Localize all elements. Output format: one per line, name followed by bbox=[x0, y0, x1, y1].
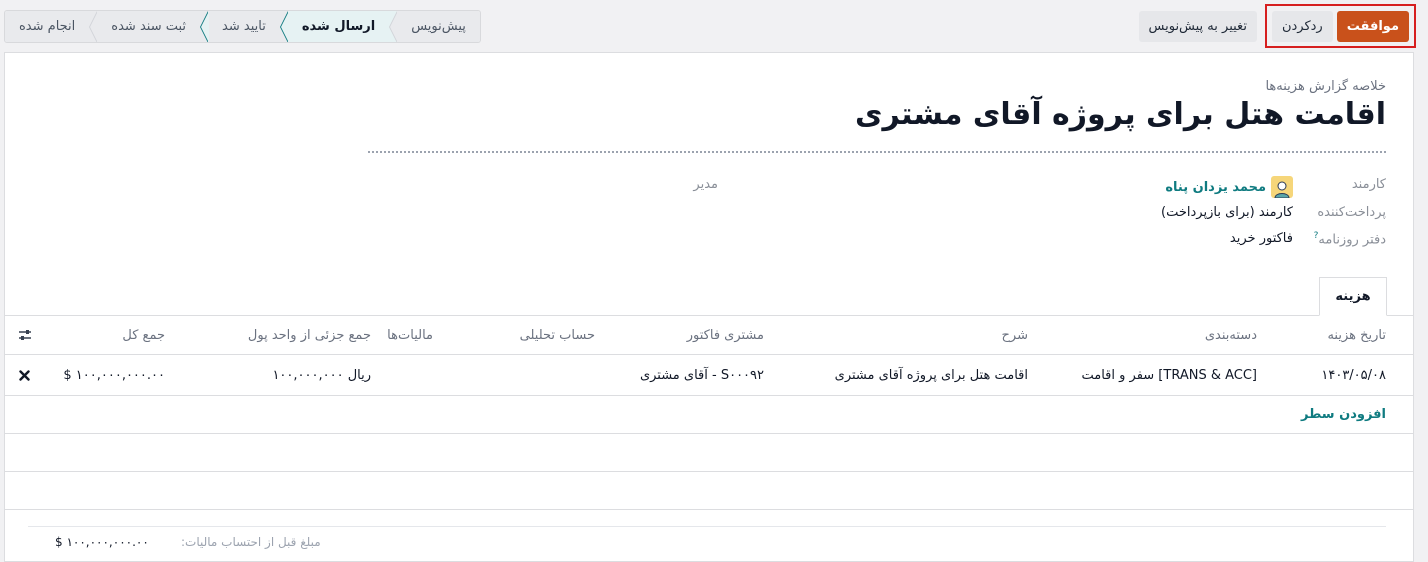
action-buttons: تغییر به پیش‌نویس ردکردن موافقت bbox=[1138, 4, 1416, 48]
table-header: تاریخ هزینه دسته‌بندی شرح مشتری فاکتور ح… bbox=[5, 316, 1413, 355]
untaxed-amount-value: $ ۱۰۰,۰۰۰,۰۰۰.۰۰ bbox=[55, 535, 149, 549]
cell-category[interactable]: [TRANS & ACC] سفر و اقامت bbox=[1081, 355, 1257, 395]
column-settings-icon[interactable] bbox=[18, 316, 32, 354]
title-underline bbox=[368, 151, 1386, 153]
cell-date[interactable]: ۱۴۰۳/۰۵/۰۸ bbox=[1321, 355, 1386, 395]
col-date[interactable]: تاریخ هزینه bbox=[1327, 316, 1386, 354]
stage-posted[interactable]: ثبت سند شده bbox=[89, 11, 209, 42]
journal-field[interactable]: فاکتور خرید bbox=[1230, 231, 1293, 246]
col-analytic[interactable]: حساب تحلیلی bbox=[520, 316, 595, 354]
empty-row bbox=[5, 434, 1413, 472]
empty-row bbox=[5, 472, 1413, 510]
refuse-button[interactable]: ردکردن bbox=[1271, 10, 1333, 42]
totals-divider bbox=[28, 526, 1386, 527]
employee-name[interactable]: محمد یزدان پناه bbox=[1165, 180, 1266, 195]
add-line-row: افزودن سطر bbox=[5, 396, 1413, 434]
form-subtitle: خلاصه گزارش هزینه‌ها bbox=[1265, 79, 1386, 94]
tab-expense[interactable]: هزینه bbox=[1319, 277, 1387, 316]
col-subtotal[interactable]: جمع جزئی از واحد پول bbox=[248, 316, 371, 354]
cell-description[interactable]: اقامت هتل برای پروژه آقای مشتری bbox=[835, 355, 1028, 395]
col-category[interactable]: دسته‌بندی bbox=[1205, 316, 1257, 354]
employee-label: کارمند bbox=[1351, 177, 1386, 192]
col-customer[interactable]: مشتری فاکتور bbox=[687, 316, 764, 354]
cell-total[interactable]: $ ۱۰۰,۰۰۰,۰۰۰.۰۰ bbox=[63, 355, 165, 395]
cell-customer[interactable]: S۰۰۰۹۲ - آقای مشتری bbox=[640, 355, 764, 395]
col-total[interactable]: جمع کل bbox=[122, 316, 165, 354]
journal-label-text: دفتر روزنامه bbox=[1318, 232, 1386, 248]
journal-label: دفتر روزنامه? bbox=[1312, 231, 1386, 247]
stage-approved[interactable]: تایید شد bbox=[200, 11, 288, 42]
statusbar: پیش‌نویس ارسال شده تایید شد ثبت سند شده … bbox=[4, 10, 481, 43]
stage-submitted[interactable]: ارسال شده bbox=[279, 11, 398, 42]
paid-by-field[interactable]: کارمند (برای بازپرداخت) bbox=[1161, 205, 1293, 220]
expense-table: تاریخ هزینه دسته‌بندی شرح مشتری فاکتور ح… bbox=[5, 316, 1413, 510]
col-taxes[interactable]: مالیات‌ها bbox=[387, 316, 433, 354]
add-line-link[interactable]: افزودن سطر bbox=[1301, 396, 1386, 433]
employee-field[interactable]: محمد یزدان پناه bbox=[1165, 176, 1293, 198]
stage-done[interactable]: انجام شده bbox=[5, 11, 98, 42]
untaxed-amount-label: مبلغ قبل از احتساب مالیات: bbox=[181, 535, 321, 549]
manager-label: مدیر bbox=[693, 177, 718, 192]
page-title[interactable]: اقامت هتل برای پروژه آقای مشتری bbox=[855, 97, 1387, 132]
highlight-box: ردکردن موافقت bbox=[1264, 4, 1416, 48]
col-description[interactable]: شرح bbox=[1002, 316, 1028, 354]
paid-by-label: پرداخت‌کننده bbox=[1317, 205, 1386, 220]
table-row[interactable]: ۱۴۰۳/۰۵/۰۸ [TRANS & ACC] سفر و اقامت اقا… bbox=[5, 355, 1413, 396]
delete-row-icon[interactable] bbox=[19, 355, 30, 395]
avatar bbox=[1271, 176, 1293, 198]
reset-to-draft-button[interactable]: تغییر به پیش‌نویس bbox=[1138, 10, 1257, 42]
cell-subtotal[interactable]: ریال ۱۰۰,۰۰۰,۰۰۰ bbox=[272, 355, 371, 395]
approve-button[interactable]: موافقت bbox=[1336, 10, 1409, 42]
stage-draft[interactable]: پیش‌نویس bbox=[389, 11, 480, 42]
form-sheet: خلاصه گزارش هزینه‌ها اقامت هتل برای پروژ… bbox=[4, 52, 1414, 562]
